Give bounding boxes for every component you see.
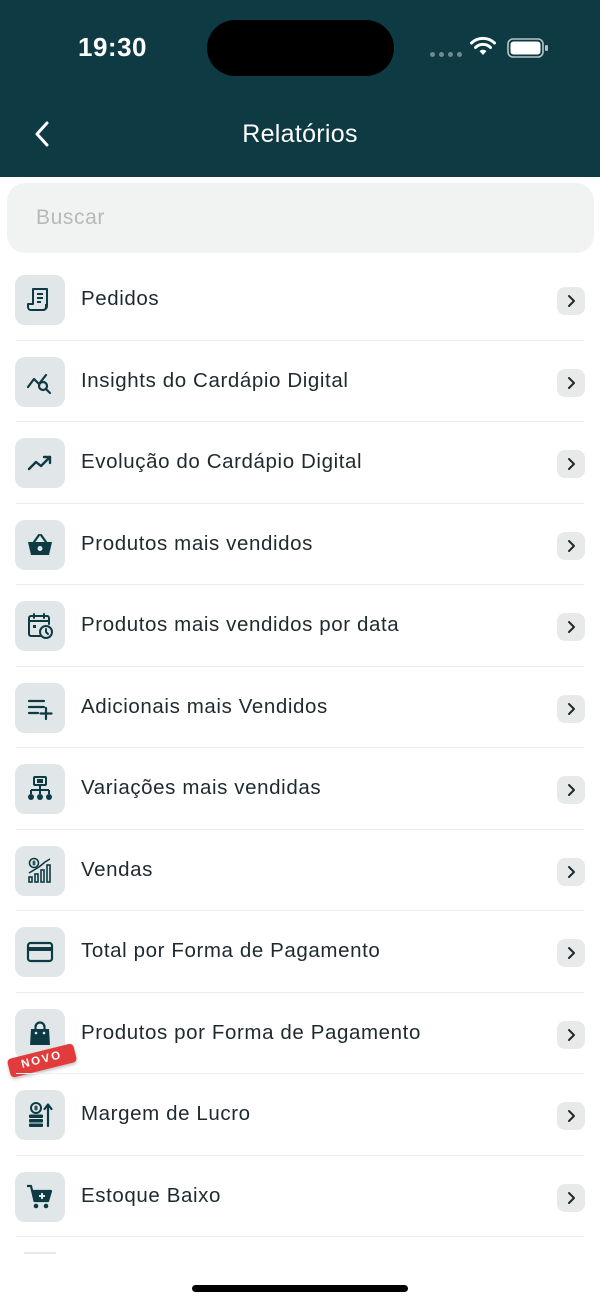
profit-coins-icon — [15, 1090, 65, 1140]
list-item-evolucao[interactable]: Evolução do Cardápio Digital — [0, 422, 600, 504]
cellular-signal-icon — [430, 52, 462, 57]
playlist-add-icon — [15, 682, 65, 733]
chevron-right-icon — [557, 1183, 585, 1212]
basket-icon — [15, 519, 65, 570]
list-item-variacoes[interactable]: Variações mais vendidas — [0, 748, 600, 830]
search-input[interactable] — [7, 183, 594, 253]
credit-card-icon — [15, 927, 65, 977]
chevron-right-icon — [557, 368, 585, 397]
list-item-produtos-por-data[interactable]: Produtos mais vendidos por data — [0, 585, 600, 667]
trending-up-icon — [15, 438, 65, 488]
sales-chart-icon — [15, 845, 65, 896]
list-item-label: Evolução do Cardápio Digital — [81, 450, 363, 473]
list-item-margem-lucro[interactable]: Margem de Lucro — [0, 1074, 600, 1156]
list-item-label: Total por Forma de Pagamento — [81, 939, 381, 962]
list-item-label: Produtos mais vendidos por data — [81, 613, 400, 636]
partial-list-item — [24, 1252, 56, 1254]
dynamic-island — [207, 20, 394, 76]
chevron-right-icon — [557, 1020, 585, 1049]
list-item-estoque-baixo[interactable]: Estoque Baixo — [0, 1156, 600, 1238]
receipt-icon — [15, 275, 65, 325]
page-title: Relatórios — [242, 120, 358, 148]
list-item-pedidos[interactable]: Pedidos — [0, 259, 600, 341]
list-item-label: Produtos por Forma de Pagamento — [81, 1020, 421, 1044]
list-item-label: Estoque Baixo — [81, 1183, 221, 1207]
home-indicator[interactable] — [192, 1285, 408, 1292]
chevron-right-icon — [557, 613, 585, 641]
list-item-produtos-mais-vendidos[interactable]: Produtos mais vendidos — [0, 504, 600, 586]
app-header: 19:30 Relatórios — [0, 0, 600, 177]
list-item-insights[interactable]: Insights do Cardápio Digital — [0, 341, 600, 423]
list-item-adicionais[interactable]: Adicionais mais Vendidos — [0, 667, 600, 749]
chevron-right-icon — [557, 287, 585, 315]
battery-icon — [507, 38, 548, 58]
list-item-total-forma-pagamento[interactable]: Total por Forma de Pagamento — [0, 911, 600, 993]
chart-search-icon — [15, 356, 65, 407]
hierarchy-icon — [15, 764, 65, 814]
list-item-label: Adicionais mais Vendidos — [81, 694, 328, 718]
list-item-label: Pedidos — [81, 287, 160, 310]
status-time: 19:30 — [78, 32, 147, 62]
list-item-vendas[interactable]: Vendas — [0, 830, 600, 912]
chevron-right-icon — [557, 694, 585, 723]
reports-list: Pedidos Insights do Cardápio Digital Evo… — [0, 259, 600, 1237]
list-item-label: Produtos mais vendidos — [81, 531, 313, 555]
list-item-produtos-forma-pagamento[interactable]: NOVO Produtos por Forma de Pagamento — [0, 993, 600, 1078]
list-item-label: Margem de Lucro — [81, 1102, 251, 1125]
cart-icon — [15, 1171, 65, 1222]
chevron-right-icon — [557, 531, 585, 560]
chevron-right-icon — [557, 1102, 585, 1130]
chevron-right-icon — [557, 776, 585, 804]
chevron-right-icon — [557, 939, 585, 967]
list-item-label: Vendas — [81, 857, 153, 881]
calendar-clock-icon — [15, 601, 65, 651]
chevron-right-icon — [557, 857, 585, 886]
chevron-right-icon — [557, 450, 585, 478]
list-item-label: Insights do Cardápio Digital — [81, 368, 349, 392]
list-item-label: Variações mais vendidas — [81, 776, 322, 799]
wifi-icon — [470, 36, 496, 55]
